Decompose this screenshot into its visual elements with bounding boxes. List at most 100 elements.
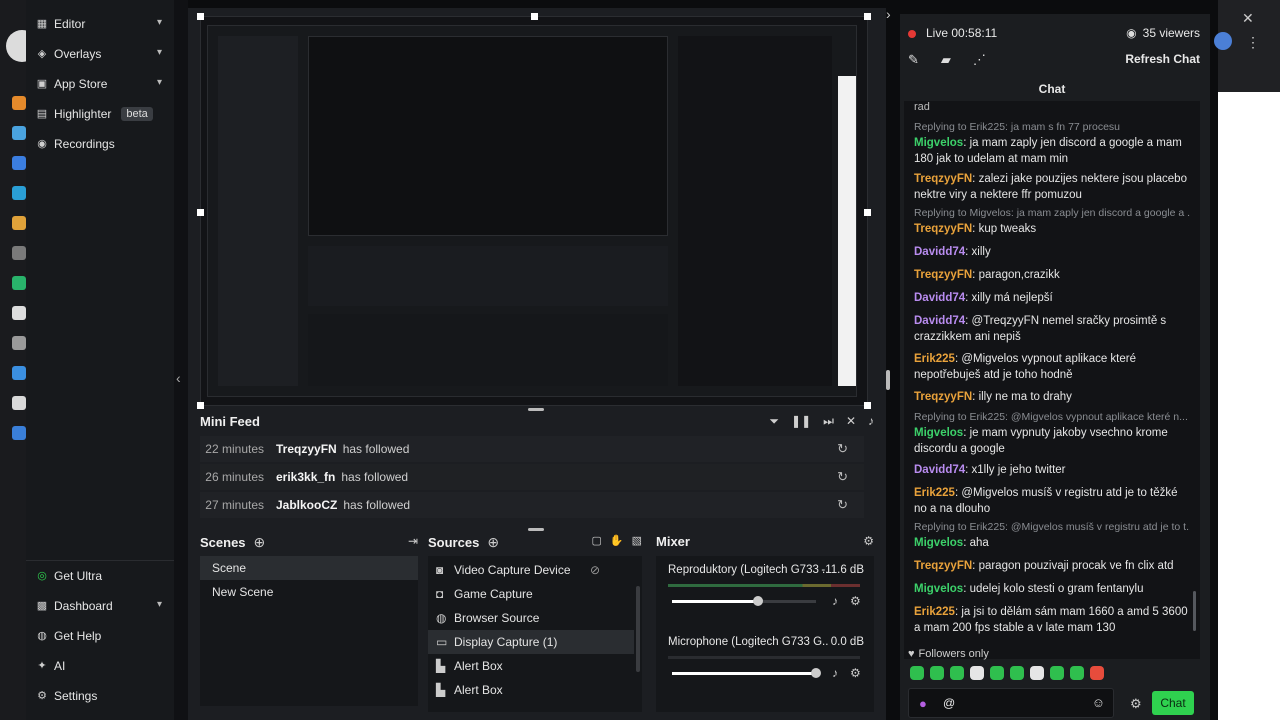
emote-icon[interactable]	[930, 666, 944, 680]
drag-handle[interactable]	[528, 528, 544, 531]
edit-icon[interactable]: ✎	[908, 52, 919, 68]
chevron-left-icon[interactable]: ‹	[176, 370, 181, 386]
panel-resize-handle[interactable]	[886, 370, 890, 390]
chat-user[interactable]: Davidd74	[914, 315, 965, 327]
chat-user[interactable]: TreqzyyFN	[914, 391, 972, 403]
chat-user[interactable]: Erik225	[914, 487, 955, 499]
app-icon[interactable]	[12, 306, 26, 320]
speaker-icon[interactable]: ♪	[832, 594, 838, 608]
emote-icon[interactable]	[1010, 666, 1024, 680]
filter-icon[interactable]: ⏷	[769, 414, 779, 429]
feed-user[interactable]: TreqzyyFN	[276, 442, 337, 456]
app-icon[interactable]	[12, 366, 26, 380]
emote-icon[interactable]	[990, 666, 1004, 680]
replay-icon[interactable]: ↻	[837, 441, 848, 457]
volume-slider-knob[interactable]	[811, 668, 821, 678]
chat-user[interactable]: TreqzyyFN	[914, 269, 972, 281]
source-item[interactable]: ▙ Alert Box	[428, 654, 634, 678]
resize-handle[interactable]	[197, 209, 204, 216]
emote-icon[interactable]	[1070, 666, 1084, 680]
feed-user[interactable]: erik3kk_fn	[276, 470, 335, 484]
nav-overlays[interactable]: ◈ Overlays ▾	[36, 47, 168, 61]
chat-user[interactable]: TreqzyyFN	[914, 560, 972, 572]
chat-user[interactable]: TreqzyyFN	[914, 173, 972, 185]
chat-user[interactable]: TreqzyyFN	[914, 223, 972, 235]
speaker-icon[interactable]: ♪	[832, 666, 838, 680]
source-item[interactable]: ◍ Browser Source	[428, 606, 634, 630]
clip-icon[interactable]: ▰	[941, 52, 951, 68]
nav-app-store[interactable]: ▣ App Store ▾	[36, 77, 168, 91]
skip-icon[interactable]: ⏭	[823, 414, 834, 429]
volume-icon[interactable]: ♪	[868, 414, 874, 429]
chat-user[interactable]: Erik225	[914, 606, 955, 618]
image-icon[interactable]: ▧	[632, 534, 642, 547]
scene-item[interactable]: New Scene	[200, 580, 418, 604]
replay-icon[interactable]: ↻	[837, 497, 848, 513]
app-icon[interactable]	[12, 126, 26, 140]
volume-slider-track[interactable]	[672, 596, 816, 606]
drag-handle[interactable]	[528, 408, 544, 411]
resize-handle[interactable]	[864, 13, 871, 20]
pause-icon[interactable]: ❚❚	[791, 414, 811, 429]
folder-icon[interactable]: ▢	[591, 534, 601, 547]
emote-icon[interactable]	[970, 666, 984, 680]
volume-slider-knob[interactable]	[753, 596, 764, 606]
microphone-icon[interactable]: ●	[919, 696, 927, 711]
nav-dashboard[interactable]: ▩ Dashboard ▾	[36, 599, 168, 613]
gear-icon[interactable]: ⚙	[850, 594, 861, 608]
transition-icon[interactable]: ⇥	[408, 534, 418, 548]
chat-input[interactable]	[943, 694, 1083, 712]
add-scene-icon[interactable]: ⊕	[254, 534, 266, 551]
scene-item[interactable]: Scene	[200, 556, 418, 580]
chat-user[interactable]: Davidd74	[914, 464, 965, 476]
replay-icon[interactable]: ↻	[837, 469, 848, 485]
emote-icon[interactable]	[910, 666, 924, 680]
resize-handle[interactable]	[197, 402, 204, 409]
nav-recordings[interactable]: ◉ Recordings	[36, 137, 168, 151]
gear-icon[interactable]: ⚙	[1130, 696, 1142, 712]
eye-hidden-icon[interactable]: ⊘	[590, 563, 600, 577]
app-icon[interactable]	[12, 156, 26, 170]
nav-settings[interactable]: ⚙ Settings	[36, 689, 168, 703]
refresh-chat-button[interactable]: Refresh Chat	[1125, 52, 1200, 66]
app-icon[interactable]	[12, 246, 26, 260]
app-icon[interactable]	[12, 336, 26, 350]
chat-user[interactable]: Migvelos	[914, 137, 963, 149]
send-chat-button[interactable]: Chat	[1152, 691, 1194, 715]
profile-avatar[interactable]	[1214, 32, 1232, 50]
gear-icon[interactable]: ⚙	[863, 534, 874, 548]
chat-scrollbar[interactable]	[1193, 591, 1196, 631]
emoji-icon[interactable]: ☺	[1092, 695, 1105, 710]
mute-alerts-icon[interactable]: ✕	[846, 414, 856, 429]
resize-handle[interactable]	[197, 13, 204, 20]
share-icon[interactable]: ⋰	[973, 52, 986, 68]
close-icon[interactable]: ✕	[1242, 10, 1254, 27]
more-menu-icon[interactable]: ⋮	[1246, 34, 1260, 51]
nav-get-ultra[interactable]: ◎ Get Ultra	[36, 569, 168, 583]
emote-icon[interactable]	[1050, 666, 1064, 680]
emote-icon[interactable]	[1090, 666, 1104, 680]
resize-handle[interactable]	[864, 209, 871, 216]
chat-user[interactable]: Davidd74	[914, 292, 965, 304]
nav-editor[interactable]: ▦ Editor ▾	[36, 17, 168, 31]
feed-user[interactable]: JablkooCZ	[276, 498, 337, 512]
add-source-icon[interactable]: ⊕	[487, 534, 499, 551]
emote-icon[interactable]	[950, 666, 964, 680]
app-icon[interactable]	[12, 276, 26, 290]
nav-get-help[interactable]: ◍ Get Help	[36, 629, 168, 643]
resize-handle[interactable]	[531, 13, 538, 20]
gear-icon[interactable]: ⚙	[850, 666, 861, 680]
source-item[interactable]: ▙ Alert Box	[428, 678, 634, 702]
chat-user[interactable]: Migvelos	[914, 427, 963, 439]
emote-icon[interactable]	[1030, 666, 1044, 680]
nav-highlighter[interactable]: ▤ Highlighter beta	[36, 107, 168, 121]
chat-user[interactable]: Migvelos	[914, 537, 963, 549]
chevron-right-icon[interactable]: ›	[886, 6, 891, 22]
source-item[interactable]: ◙ Video Capture Device ⊘	[428, 558, 634, 582]
chat-user[interactable]: Erik225	[914, 353, 955, 365]
source-item[interactable]: ◘ Game Capture	[428, 582, 634, 606]
sources-scrollbar[interactable]	[636, 586, 640, 672]
source-item[interactable]: ▭ Display Capture (1)	[428, 630, 634, 654]
resize-handle[interactable]	[864, 402, 871, 409]
stream-preview[interactable]	[197, 13, 871, 409]
